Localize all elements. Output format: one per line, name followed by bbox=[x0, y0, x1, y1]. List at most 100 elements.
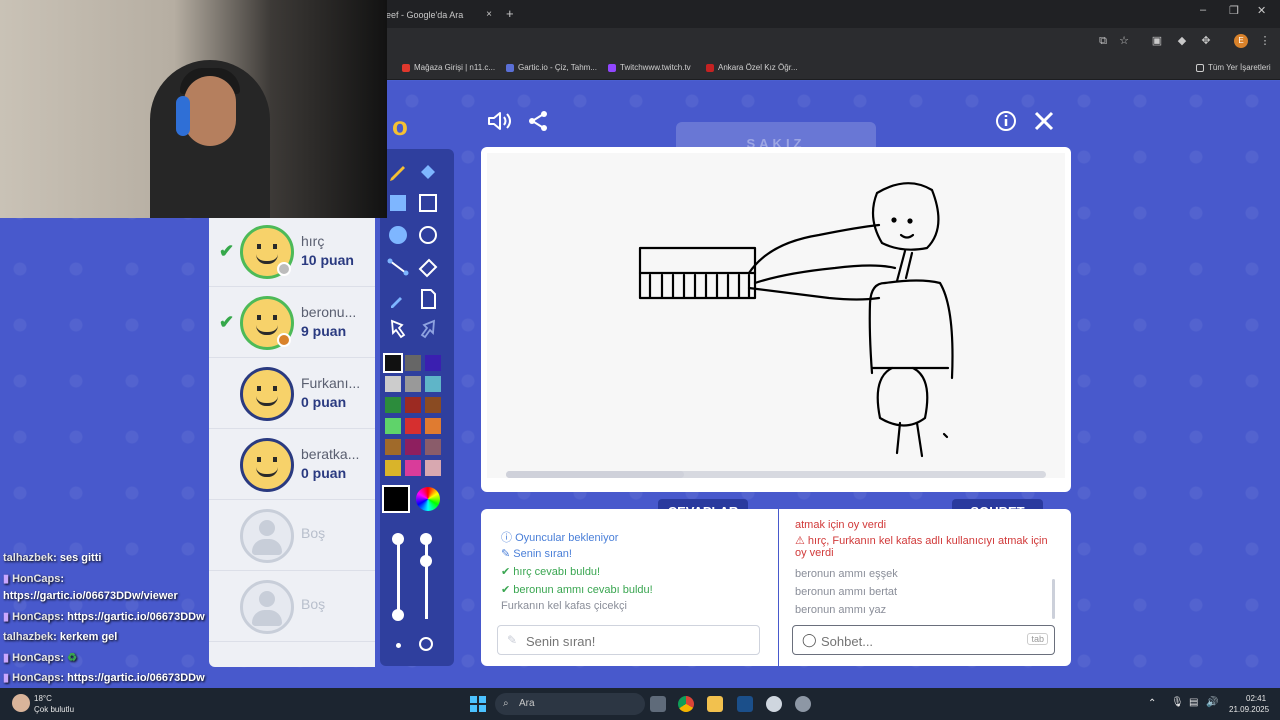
folder-icon bbox=[1196, 63, 1204, 72]
share-icon[interactable] bbox=[526, 109, 550, 139]
windows-start-icon[interactable] bbox=[470, 696, 486, 712]
chat-input-box[interactable]: ◯ tab bbox=[792, 625, 1055, 655]
info-icon[interactable] bbox=[994, 109, 1018, 139]
player-row[interactable]: Furkanı... 0 puan bbox=[209, 359, 375, 429]
new-page-icon[interactable] bbox=[416, 287, 440, 311]
slider-knob[interactable] bbox=[420, 533, 432, 545]
new-tab-button[interactable]: + bbox=[506, 4, 514, 24]
chrome-icon[interactable] bbox=[678, 696, 694, 712]
chat-bubble-icon: ◯ bbox=[802, 632, 817, 647]
stream-chat-line: ▮ HonCaps: ♻ bbox=[3, 652, 77, 664]
eraser-icon[interactable] bbox=[416, 255, 440, 279]
color-swatch[interactable] bbox=[405, 418, 421, 434]
steam-icon[interactable] bbox=[737, 696, 753, 712]
task-view-icon[interactable] bbox=[650, 696, 666, 712]
close-icon[interactable] bbox=[1032, 109, 1056, 139]
pencil-icon[interactable] bbox=[386, 161, 410, 185]
opacity-slider[interactable] bbox=[425, 539, 428, 619]
empty-slot: Boş bbox=[209, 501, 375, 571]
player-row[interactable]: beratka... 0 puan bbox=[209, 430, 375, 500]
bookmark-item[interactable]: Twitchwww.twitch.tv bbox=[608, 61, 691, 75]
line-icon[interactable] bbox=[386, 255, 410, 279]
network-icon[interactable]: ▤ bbox=[1189, 697, 1198, 708]
chat-input[interactable] bbox=[821, 632, 1021, 650]
bookmark-item[interactable]: Mağaza Girişi | n11.c... bbox=[402, 61, 495, 75]
color-swatch[interactable] bbox=[405, 439, 421, 455]
extension-icon[interactable]: ▣ bbox=[1150, 34, 1164, 48]
chevron-up-icon[interactable]: ⌃ bbox=[1148, 698, 1156, 709]
tab-close-icon[interactable]: × bbox=[486, 4, 492, 26]
current-color[interactable] bbox=[382, 485, 410, 513]
star-icon[interactable]: ☆ bbox=[1117, 34, 1131, 48]
color-swatch[interactable] bbox=[405, 460, 421, 476]
circle-icon[interactable] bbox=[416, 223, 440, 247]
filled-rect-icon[interactable] bbox=[386, 191, 410, 215]
slider-knob[interactable] bbox=[392, 609, 404, 621]
all-bookmarks[interactable]: Tüm Yer İşaretleri bbox=[1196, 61, 1271, 75]
profile-avatar[interactable]: E bbox=[1234, 34, 1248, 48]
chat-message: beronun ammı bertat bbox=[795, 586, 898, 598]
window-close-button[interactable]: ✕ bbox=[1257, 4, 1266, 17]
drawing-canvas[interactable] bbox=[487, 153, 1065, 478]
filled-circle-icon[interactable] bbox=[386, 223, 410, 247]
sound-icon[interactable] bbox=[486, 109, 512, 139]
pencil-icon: ✎ bbox=[501, 548, 514, 560]
file-explorer-icon[interactable] bbox=[707, 696, 723, 712]
slider-knob[interactable] bbox=[420, 555, 432, 567]
color-swatch[interactable] bbox=[383, 353, 403, 373]
settings-icon[interactable] bbox=[766, 696, 782, 712]
redo-icon[interactable] bbox=[416, 317, 440, 341]
answers-panel: ⓘ Oyuncular bekleniyor ✎ Senin sıran! ✔ … bbox=[481, 509, 778, 666]
browser-tab[interactable]: eef - Google'da Ara × bbox=[380, 4, 500, 26]
color-swatch[interactable] bbox=[425, 355, 441, 371]
color-swatch[interactable] bbox=[385, 397, 401, 413]
cast-icon[interactable]: ⧉ bbox=[1096, 34, 1110, 48]
player-name: beratka... bbox=[301, 446, 360, 462]
clock-date[interactable]: 21.09.2025 bbox=[1229, 705, 1269, 714]
menu-icon[interactable]: ⋮ bbox=[1258, 34, 1272, 48]
answer-input-box[interactable]: ✎ bbox=[497, 625, 760, 655]
color-wheel-icon[interactable] bbox=[416, 487, 440, 511]
gartic-logo: o bbox=[392, 111, 408, 141]
color-swatch[interactable] bbox=[425, 460, 441, 476]
brush-size-slider[interactable] bbox=[397, 539, 400, 619]
chat-scrollbar[interactable] bbox=[1052, 579, 1055, 619]
color-swatch[interactable] bbox=[385, 418, 401, 434]
browser-tab-title: eef - Google'da Ara bbox=[386, 10, 464, 20]
minimize-button[interactable]: – bbox=[1200, 4, 1206, 16]
extensions-puzzle-icon[interactable]: ✥ bbox=[1199, 34, 1213, 48]
color-swatch[interactable] bbox=[385, 439, 401, 455]
volume-icon[interactable]: 🔊 bbox=[1206, 697, 1218, 708]
tab-hint: tab bbox=[1027, 633, 1048, 645]
color-swatch[interactable] bbox=[425, 439, 441, 455]
eyedropper-icon[interactable] bbox=[386, 287, 410, 311]
color-swatch[interactable] bbox=[425, 376, 441, 392]
player-row[interactable]: ✔ beronu... 9 puan bbox=[209, 288, 375, 358]
drawing-canvas-card bbox=[481, 147, 1071, 492]
obs-icon[interactable] bbox=[795, 696, 811, 712]
fill-bucket-icon[interactable] bbox=[416, 161, 440, 185]
clock-time[interactable]: 02:41 bbox=[1246, 694, 1266, 703]
slider-knob[interactable] bbox=[392, 533, 404, 545]
player-row[interactable]: ✔ hırç 10 puan bbox=[209, 217, 375, 287]
chat-message: beronun ammı eşşek bbox=[795, 568, 898, 580]
maximize-button[interactable]: ❐ bbox=[1229, 4, 1239, 17]
color-swatch[interactable] bbox=[405, 355, 421, 371]
bookmark-item[interactable]: Gartic.io - Çiz, Tahm... bbox=[506, 61, 597, 75]
rect-icon[interactable] bbox=[416, 191, 440, 215]
color-swatch[interactable] bbox=[385, 376, 401, 392]
bookmark-item[interactable]: Ankara Özel Kız Öğr... bbox=[706, 61, 798, 75]
player-score: 0 puan bbox=[301, 465, 347, 481]
weather-icon[interactable] bbox=[12, 694, 30, 712]
color-swatch[interactable] bbox=[405, 397, 421, 413]
color-swatch[interactable] bbox=[405, 376, 421, 392]
answer-input[interactable] bbox=[526, 632, 726, 650]
undo-icon[interactable] bbox=[386, 317, 410, 341]
taskbar-search[interactable]: ⌕ Ara bbox=[495, 693, 645, 715]
color-swatch[interactable] bbox=[425, 418, 441, 434]
color-swatch[interactable] bbox=[425, 397, 441, 413]
microphone-icon[interactable]: 🎙 bbox=[1171, 697, 1184, 708]
extension-icon[interactable]: ◆ bbox=[1175, 34, 1189, 48]
color-swatch[interactable] bbox=[385, 460, 401, 476]
chat-panel: atmak için oy verdi ⚠ hırç, Furkanın kel… bbox=[779, 509, 1071, 666]
